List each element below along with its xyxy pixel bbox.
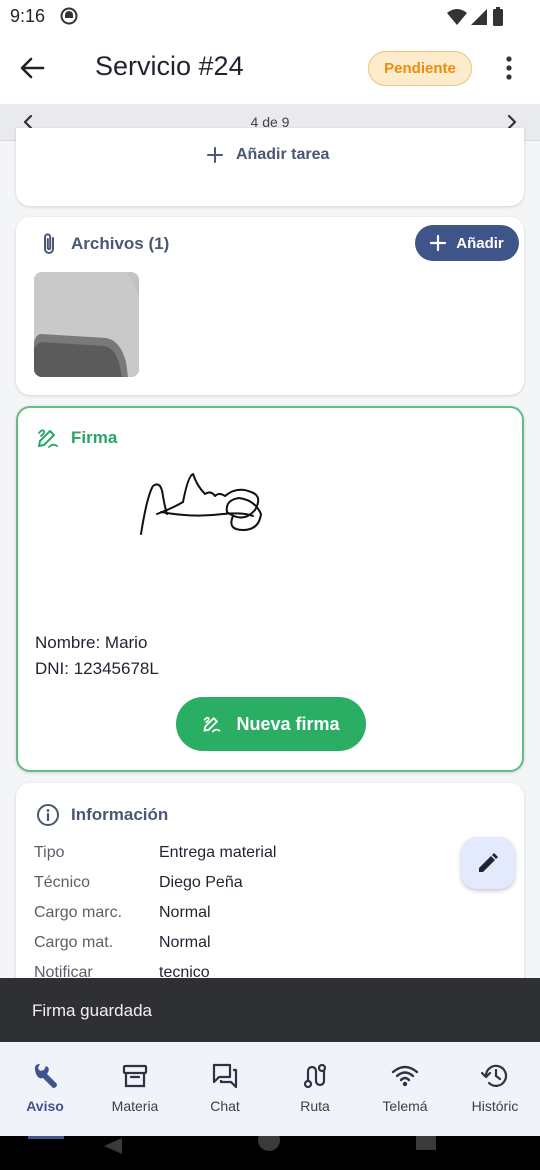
nav-item-ruta[interactable]: Ruta: [270, 1042, 360, 1136]
add-task-label: Añadir tarea: [236, 146, 330, 163]
wifi-signal-icon: [447, 8, 467, 31]
arrow-left-icon: [20, 57, 45, 79]
info-label: Cargo mat.: [34, 934, 114, 951]
add-file-button[interactable]: Añadir: [415, 225, 519, 261]
chat-icon: [212, 1063, 238, 1089]
home-nav-icon[interactable]: [258, 1129, 280, 1151]
signature-card: Firma Nombre: Mario DNI: 12345678L Nueva…: [16, 406, 524, 772]
info-value: Entrega material: [159, 844, 277, 861]
more-options-button[interactable]: [498, 54, 520, 84]
info-label: Técnico: [34, 874, 91, 891]
add-file-label: Añadir: [456, 234, 504, 252]
plus-icon: [207, 147, 223, 163]
new-signature-label: Nueva firma: [236, 713, 340, 734]
route-icon: [303, 1063, 327, 1089]
signer-dni: DNI: 12345678L: [35, 659, 159, 678]
app-bar: Servicio #24 Pendiente: [0, 34, 540, 104]
status-badge: Pendiente: [368, 51, 472, 86]
photo-thumbnail-image: [34, 272, 139, 377]
nav-label: Ruta: [300, 1098, 330, 1114]
back-nav-icon[interactable]: [104, 1138, 122, 1154]
nav-label: Chat: [210, 1098, 240, 1114]
signature-title: Firma: [71, 428, 118, 447]
new-signature-button[interactable]: Nueva firma: [176, 697, 366, 751]
nav-item-aviso[interactable]: Aviso: [0, 1042, 90, 1136]
status-bar: 9:16: [0, 0, 540, 34]
plus-icon: [430, 235, 447, 251]
info-row-cargo-marc: Cargo marc. Normal: [34, 904, 211, 922]
paperclip-icon: [38, 231, 60, 262]
nav-label: Materia: [111, 1098, 159, 1114]
battery-icon: [492, 7, 504, 32]
info-title: Información: [71, 805, 169, 824]
nav-item-telemetria[interactable]: Telemá: [360, 1042, 450, 1136]
signer-name: Nombre: Mario: [35, 633, 148, 652]
recents-nav-icon[interactable]: [416, 1136, 436, 1150]
snackbar-message: Firma guardada: [32, 1001, 153, 1020]
more-vertical-icon: [506, 56, 512, 80]
nav-label: Históric: [471, 1098, 519, 1114]
nav-item-historico[interactable]: Históric: [450, 1042, 540, 1136]
files-title: Archivos (1): [71, 234, 170, 253]
signature-icon: [204, 716, 221, 733]
status-time: 9:16: [10, 6, 46, 26]
info-icon: [36, 803, 60, 832]
info-row-cargo-mat: Cargo mat. Normal: [34, 934, 211, 952]
add-task-button[interactable]: Añadir tarea: [206, 146, 329, 164]
cell-signal-icon: [471, 8, 488, 31]
nav-label: Aviso: [26, 1098, 64, 1114]
info-label: Cargo marc.: [34, 904, 123, 921]
file-thumbnail[interactable]: [34, 272, 139, 377]
edit-fab-button[interactable]: [461, 837, 515, 889]
signature-icon: [36, 426, 60, 455]
files-card: Archivos (1) Añadir: [16, 217, 524, 395]
pencil-icon: [479, 853, 498, 872]
indicator-line: [28, 1136, 64, 1139]
info-value: Normal: [159, 904, 211, 921]
snackbar: Firma guardada: [0, 978, 540, 1042]
info-row-tecnico: Técnico Diego Peña: [34, 874, 243, 892]
history-icon: [481, 1064, 508, 1087]
info-row-tipo: Tipo Entrega material: [34, 844, 276, 862]
nav-item-material[interactable]: Materia: [90, 1042, 180, 1136]
wrench-icon: [34, 1064, 57, 1088]
archive-icon: [122, 1064, 148, 1088]
info-value: Normal: [159, 934, 211, 951]
bottom-navigation: Aviso Materia Chat Ruta Telemá Históric: [0, 1042, 540, 1136]
system-navigation-bar: [0, 1129, 540, 1170]
signature-drawing: [140, 473, 262, 535]
back-button[interactable]: [18, 54, 54, 84]
info-label: Tipo: [34, 844, 65, 861]
wifi-icon: [391, 1065, 419, 1087]
nav-label: Telemá: [382, 1098, 428, 1114]
nav-item-chat[interactable]: Chat: [180, 1042, 270, 1136]
app-notification-icon: [60, 7, 78, 30]
info-value: Diego Peña: [159, 874, 243, 891]
page-title: Servicio #24: [95, 51, 244, 81]
tasks-card: Añadir tarea: [16, 128, 524, 206]
